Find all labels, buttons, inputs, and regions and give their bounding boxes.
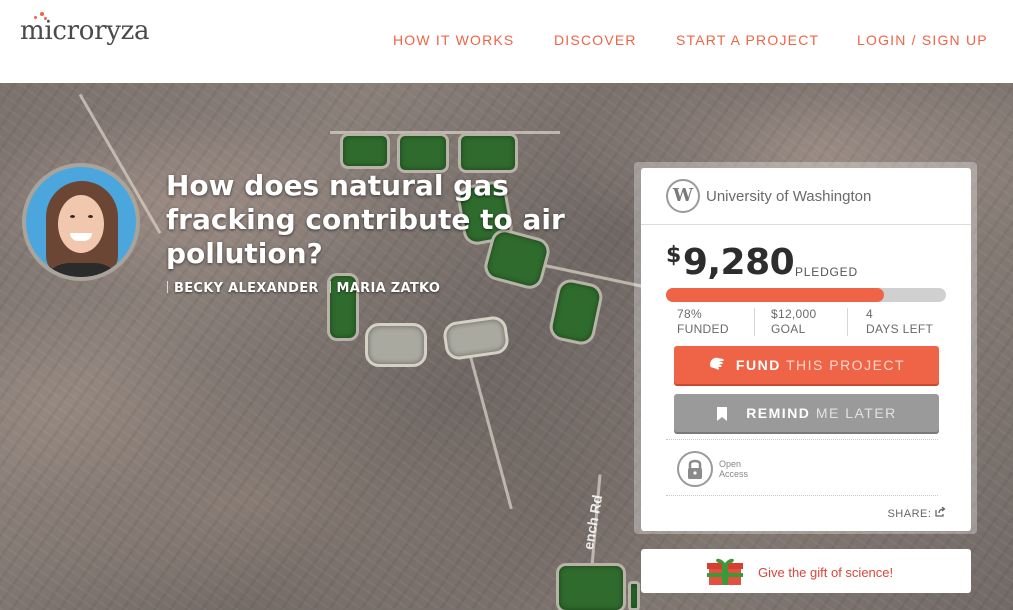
stat-value: $12,000 <box>771 307 817 321</box>
stat-divider <box>847 308 848 336</box>
remind-button-light: ME LATER <box>815 405 897 421</box>
nav-how-it-works[interactable]: HOW IT WORKS <box>393 32 514 48</box>
project-title: How does natural gas fracking contribute… <box>166 169 565 270</box>
open-access-line1: Open <box>719 459 742 469</box>
funding-progress-fill <box>666 288 885 302</box>
share-icon <box>935 506 946 520</box>
remind-later-button[interactable]: REMIND ME LATER <box>674 394 939 432</box>
author-link[interactable]: BECKY ALEXANDER <box>174 281 319 296</box>
pond <box>458 133 518 173</box>
open-access-label: Open Access <box>719 459 748 479</box>
funding-card: W University of Washington $9,280 PLEDGE… <box>641 168 971 531</box>
divider <box>666 495 938 496</box>
currency-symbol: $ <box>666 243 681 268</box>
divider <box>666 439 938 440</box>
stat-label: GOAL <box>771 322 806 336</box>
hand-icon <box>708 349 726 387</box>
stat-value: 78% <box>677 307 702 321</box>
nav-start-project[interactable]: START A PROJECT <box>676 32 819 48</box>
pond <box>556 563 626 610</box>
funding-progress-bar <box>666 288 946 302</box>
nav-discover[interactable]: DISCOVER <box>554 32 637 48</box>
pond <box>397 133 449 173</box>
stat-funded: 78% FUNDED <box>677 307 729 337</box>
gift-text[interactable]: Give the gift of science! <box>758 565 893 580</box>
pond <box>340 133 390 169</box>
site-logo[interactable]: microryza <box>20 16 150 46</box>
pond <box>365 323 427 367</box>
amount-value: 9,280 <box>682 242 795 283</box>
fund-button-strong: FUND <box>735 357 781 373</box>
university-row: W University of Washington <box>641 168 971 225</box>
bookmark-icon <box>716 397 728 435</box>
author-list: BECKY ALEXANDER MARIA ZATKO <box>166 281 440 296</box>
stat-label: FUNDED <box>677 322 729 336</box>
pledged-label: PLEDGED <box>795 265 858 279</box>
gift-banner[interactable]: Give the gift of science! <box>641 549 971 593</box>
author-link[interactable]: MARIA ZATKO <box>337 281 441 296</box>
stat-divider <box>754 308 755 336</box>
fund-button-light: THIS PROJECT <box>785 357 906 373</box>
researcher-avatar[interactable] <box>22 163 140 281</box>
lock-icon <box>677 451 713 487</box>
open-access-line2: Access <box>719 469 749 479</box>
fund-project-button[interactable]: FUND THIS PROJECT <box>674 346 939 384</box>
stat-value: 4 <box>866 307 873 321</box>
university-name[interactable]: University of Washington <box>706 188 871 205</box>
share-link[interactable]: SHARE: <box>887 506 946 520</box>
pond <box>628 581 640 610</box>
nav-login-signup[interactable]: LOGIN / SIGN UP <box>857 32 988 48</box>
site-header: microryza HOW IT WORKS DISCOVER START A … <box>0 0 1013 83</box>
share-label: SHARE: <box>887 508 932 520</box>
stat-goal: $12,000 GOAL <box>771 307 816 337</box>
stat-label: DAYS LEFT <box>866 322 934 336</box>
university-logo: W <box>666 179 700 213</box>
gift-icon <box>707 556 743 586</box>
remind-button-strong: REMIND <box>746 405 811 421</box>
pledged-amount: $9,280 <box>666 242 795 283</box>
stat-days-left: 4 DAYS LEFT <box>866 307 933 337</box>
